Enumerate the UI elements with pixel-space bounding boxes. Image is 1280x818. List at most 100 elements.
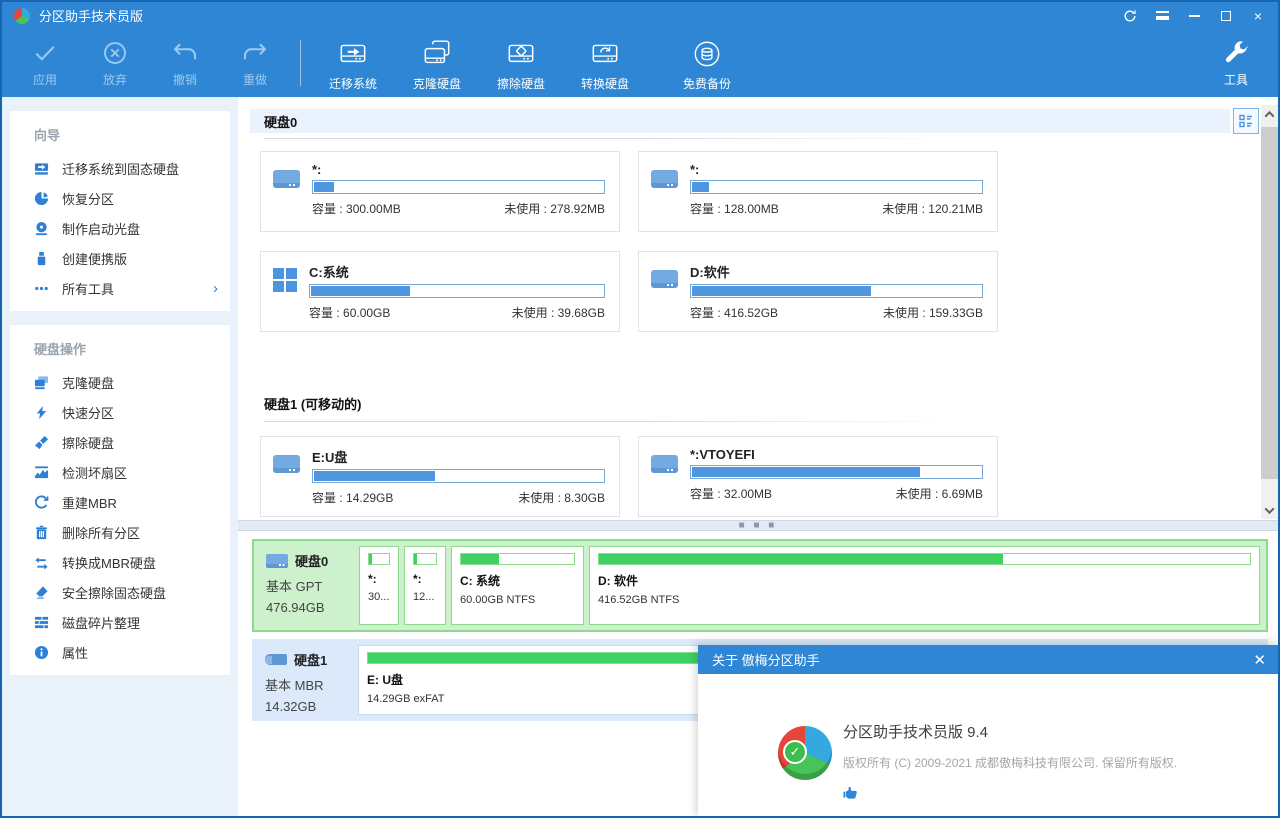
about-dialog: 关于 傲梅分区助手 ✕ ✓ 分区助手技术员版 9.4 版权所有 (C) 2009…: [698, 645, 1280, 818]
sidebar-item-convert-to-mbr[interactable]: 转换成MBR硬盘: [10, 547, 230, 577]
usage-bar: [368, 553, 390, 565]
lightning-icon: [34, 405, 49, 420]
disk0-section-header: 硬盘0: [250, 109, 1230, 133]
all-tools-icon: [34, 281, 49, 296]
about-close-button[interactable]: ✕: [1253, 651, 1266, 669]
usage-bar: [598, 553, 1251, 565]
disk-ops-title: 硬盘操作: [10, 329, 230, 367]
sidebar-item-secure-erase-ssd[interactable]: 安全擦除固态硬盘: [10, 577, 230, 607]
drive-icon: [651, 270, 678, 288]
sidebar-item-all-tools[interactable]: 所有工具 ›: [10, 273, 230, 303]
partition-card[interactable]: C:系统 容量 : 60.00GB 未使用 : 39.68GB: [260, 251, 620, 332]
partition-block[interactable]: *: 12...: [404, 546, 446, 625]
vertical-scrollbar[interactable]: [1261, 105, 1278, 519]
recover-partition-icon: [34, 191, 49, 206]
sidebar-item-create-portable[interactable]: 创建便携版: [10, 243, 230, 273]
toolbar: 应用 放弃 撤销 重做 迁移系统: [2, 29, 1278, 97]
wizard-title: 向导: [10, 115, 230, 153]
usb-icon: [265, 654, 287, 665]
splitter-handle[interactable]: ■ ■ ■: [238, 520, 1278, 531]
about-dialog-title: 关于 傲梅分区助手: [712, 650, 820, 669]
disk1-section-header: 硬盘1 (可移动的): [264, 394, 362, 413]
undo-button[interactable]: 撤销: [150, 35, 220, 93]
migrate-ssd-icon: [34, 161, 49, 176]
scroll-up-button[interactable]: [1261, 105, 1278, 123]
usage-bar: [690, 180, 983, 194]
sidebar-item-delete-all-partitions[interactable]: 删除所有分区: [10, 517, 230, 547]
hand-pointer-icon[interactable]: [843, 786, 858, 806]
wipe-disk-button[interactable]: 擦除硬盘: [479, 35, 563, 93]
sidebar-item-recover-partition[interactable]: 恢复分区: [10, 183, 230, 213]
disk-icon: [266, 554, 288, 568]
apply-button[interactable]: 应用: [10, 35, 80, 93]
sidebar-item-clone-disk[interactable]: 克隆硬盘: [10, 367, 230, 397]
partition-card[interactable]: *: 容量 : 300.00MB 未使用 : 278.92MB: [260, 151, 620, 232]
disk1-info: 硬盘1 基本 MBR 14.32GB: [253, 640, 356, 720]
broom-icon: [34, 435, 49, 450]
sidebar-item-properties[interactable]: 属性: [10, 637, 230, 667]
circle-x-icon: [100, 38, 130, 68]
disk0-map-row[interactable]: 硬盘0 基本 GPT 476.94GB *: 30... *: 12...: [252, 539, 1268, 632]
refresh-icon[interactable]: [1122, 8, 1138, 24]
tools-button[interactable]: 工具: [1208, 35, 1264, 93]
partition-card[interactable]: *: 容量 : 128.00MB 未使用 : 120.21MB: [638, 151, 998, 232]
sidebar-item-migrate-to-ssd[interactable]: 迁移系统到固态硬盘: [10, 153, 230, 183]
wipe-disk-icon: [504, 38, 538, 72]
undo-icon: [170, 38, 200, 68]
boot-disc-icon: [34, 221, 49, 236]
sidebar-item-wipe-disk[interactable]: 擦除硬盘: [10, 427, 230, 457]
usage-bar: [309, 284, 605, 298]
partition-card[interactable]: E:U盘 容量 : 14.29GB 未使用 : 8.30GB: [260, 436, 620, 517]
info-icon: [34, 645, 49, 660]
convert-disk-button[interactable]: 转换硬盘: [563, 35, 647, 93]
free-backup-icon: [690, 38, 724, 72]
wrench-icon: [1221, 38, 1251, 68]
divider: [264, 421, 964, 422]
eraser-icon: [34, 585, 49, 600]
disk-ops-panel: 硬盘操作 克隆硬盘 快速分区 擦除硬盘 检测坏扇区 重建MBR: [10, 325, 230, 675]
close-button[interactable]: ×: [1250, 8, 1266, 24]
app-window: 分区助手技术员版 × 应用 放弃 撤销 重做: [0, 0, 1280, 818]
free-backup-button[interactable]: 免费备份: [659, 35, 755, 93]
clone-disk-button[interactable]: 克隆硬盘: [395, 35, 479, 93]
disk0-info: 硬盘0 基本 GPT 476.94GB: [254, 541, 357, 630]
redo-button[interactable]: 重做: [220, 35, 290, 93]
usage-bar: [312, 180, 605, 194]
windows-logo-icon: [273, 268, 297, 292]
maximize-button[interactable]: [1218, 8, 1234, 24]
scrollbar-thumb[interactable]: [1261, 127, 1278, 479]
sidebar-item-defragment[interactable]: 磁盘碎片整理: [10, 607, 230, 637]
bad-sector-icon: [34, 465, 49, 480]
usage-bar: [312, 469, 605, 483]
sidebar-item-make-boot-disc[interactable]: 制作启动光盘: [10, 213, 230, 243]
about-dialog-titlebar: 关于 傲梅分区助手 ✕: [698, 645, 1280, 674]
titlebar: 分区助手技术员版 ×: [2, 2, 1278, 29]
list-view-icon: [1238, 113, 1254, 129]
drive-icon: [273, 455, 300, 473]
menu-icon[interactable]: [1154, 8, 1170, 24]
drive-icon: [651, 455, 678, 473]
partition-block[interactable]: C: 系统 60.00GB NTFS: [451, 546, 584, 625]
sidebar-item-check-bad-sectors[interactable]: 检测坏扇区: [10, 457, 230, 487]
divider: [264, 138, 964, 139]
clone-disk-icon: [34, 375, 49, 390]
product-name: 分区助手技术员版 9.4: [843, 721, 988, 742]
convert-disk-icon: [588, 38, 622, 72]
view-toggle-button[interactable]: [1233, 108, 1259, 134]
partition-block[interactable]: *: 30...: [359, 546, 399, 625]
partition-card[interactable]: *:VTOYEFI 容量 : 32.00MB 未使用 : 6.69MB: [638, 436, 998, 517]
migrate-system-button[interactable]: 迁移系统: [311, 35, 395, 93]
scroll-down-button[interactable]: [1261, 501, 1278, 519]
sidebar-item-rebuild-mbr[interactable]: 重建MBR: [10, 487, 230, 517]
partition-block[interactable]: D: 软件 416.52GB NTFS: [589, 546, 1260, 625]
defrag-icon: [34, 615, 49, 630]
clone-disk-icon: [420, 38, 454, 72]
trash-icon: [34, 525, 49, 540]
usage-bar: [460, 553, 575, 565]
drive-icon: [273, 170, 300, 188]
discard-button[interactable]: 放弃: [80, 35, 150, 93]
partition-card[interactable]: D:软件 容量 : 416.52GB 未使用 : 159.33GB: [638, 251, 998, 332]
sidebar-item-quick-partition[interactable]: 快速分区: [10, 397, 230, 427]
minimize-button[interactable]: [1186, 8, 1202, 24]
product-logo-icon: ✓: [778, 726, 832, 780]
